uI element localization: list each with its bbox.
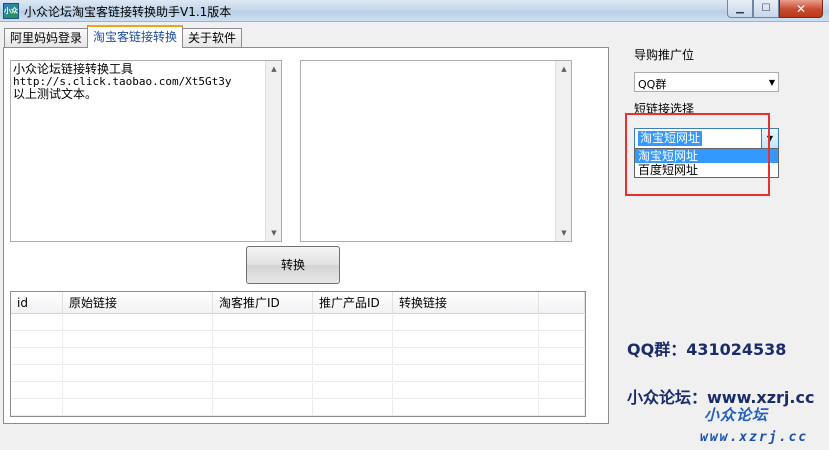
app-icon: 小众 xyxy=(3,3,19,19)
column-header-promo-id[interactable]: 淘客推广ID xyxy=(213,292,313,314)
column-header-original-link[interactable]: 原始链接 xyxy=(63,292,213,314)
table-row xyxy=(11,349,585,365)
tab-link-convert[interactable]: 淘宝客链接转换 xyxy=(87,25,184,48)
table-row xyxy=(11,332,585,348)
column-header-converted-link[interactable]: 转换链接 xyxy=(393,292,539,314)
window-title: 小众论坛淘宝客链接转换助手V1.1版本 xyxy=(24,5,232,19)
title-bar: 小众 小众论坛淘宝客链接转换助手V1.1版本 ▁ ☐ ✕ xyxy=(0,0,829,22)
forum-logo-text: 小众论坛 xyxy=(704,406,769,424)
column-header-product-id[interactable]: 推广产品ID xyxy=(313,292,393,314)
input-line-3: 以上测试文本。 xyxy=(13,87,98,101)
output-textarea[interactable]: ▲ ▼ xyxy=(300,60,572,242)
scroll-down-icon[interactable]: ▼ xyxy=(556,225,572,241)
scroll-up-icon[interactable]: ▲ xyxy=(266,61,282,77)
promo-position-value: QQ群 xyxy=(638,78,667,91)
column-header-extra[interactable] xyxy=(539,292,585,314)
input-text: 小众论坛链接转换工具 http://s.click.taobao.com/Xt5… xyxy=(13,63,264,239)
result-table: id 原始链接 淘客推广ID 推广产品ID 转换链接 xyxy=(10,291,586,417)
input-scrollbar[interactable]: ▲ ▼ xyxy=(265,61,281,241)
close-button[interactable]: ✕ xyxy=(779,0,823,18)
table-header: id 原始链接 淘客推广ID 推广产品ID 转换链接 xyxy=(11,292,585,314)
forum-logo-url: www.xzrj.cc xyxy=(700,430,809,445)
maximize-button[interactable]: ☐ xyxy=(753,0,779,18)
minimize-button[interactable]: ▁ xyxy=(727,0,753,18)
table-row xyxy=(11,383,585,399)
close-icon: ✕ xyxy=(795,1,807,16)
window-controls: ▁ ☐ ✕ xyxy=(727,0,823,18)
minimize-icon: ▁ xyxy=(736,3,744,14)
qq-group-info: QQ群：431024538 xyxy=(627,340,787,359)
scroll-up-icon[interactable]: ▲ xyxy=(556,61,572,77)
table-row xyxy=(11,315,585,331)
output-scrollbar[interactable]: ▲ ▼ xyxy=(555,61,571,241)
input-textarea[interactable]: 小众论坛链接转换工具 http://s.click.taobao.com/Xt5… xyxy=(10,60,282,242)
chevron-down-icon: ▼ xyxy=(768,78,775,87)
output-text xyxy=(303,63,554,239)
tab-about[interactable]: 关于软件 xyxy=(182,28,243,48)
column-header-id[interactable]: id xyxy=(11,292,63,314)
table-row xyxy=(11,366,585,382)
table-row xyxy=(11,400,585,416)
tab-alimama-login[interactable]: 阿里妈妈登录 xyxy=(4,28,89,48)
promo-position-label: 导购推广位 xyxy=(634,48,695,62)
annotation-highlight-box xyxy=(625,113,770,196)
convert-button[interactable]: 转换 xyxy=(246,246,340,284)
tab-strip: 阿里妈妈登录 淘宝客链接转换 关于软件 xyxy=(4,25,243,48)
promo-position-select[interactable]: QQ群 ▼ xyxy=(634,72,779,92)
scroll-down-icon[interactable]: ▼ xyxy=(266,225,282,241)
maximize-icon: ☐ xyxy=(761,3,771,14)
